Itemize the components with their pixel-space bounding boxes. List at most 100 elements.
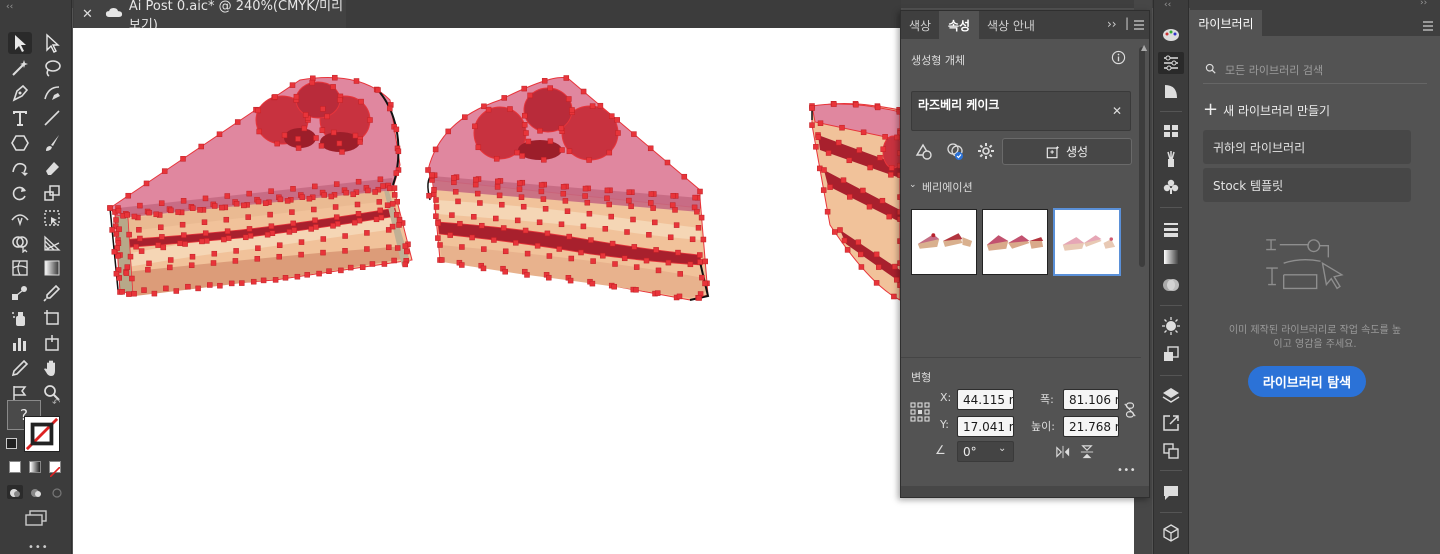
anchor-point[interactable] — [846, 157, 853, 164]
anchor-point[interactable] — [500, 225, 507, 231]
anchor-point[interactable] — [626, 189, 633, 195]
anchor-point[interactable] — [514, 149, 520, 156]
anchor-point[interactable] — [342, 248, 348, 254]
anchor-point[interactable] — [197, 207, 203, 213]
anchor-point[interactable] — [431, 187, 437, 193]
anchor-point[interactable] — [580, 88, 587, 95]
anchor-point[interactable] — [433, 204, 440, 210]
anchor-point[interactable] — [350, 191, 356, 198]
layers-panel-icon[interactable] — [1158, 385, 1184, 407]
anchor-point[interactable] — [609, 240, 616, 247]
anchor-point[interactable] — [546, 274, 552, 281]
anchor-point[interactable] — [255, 245, 261, 251]
anchor-point[interactable] — [304, 272, 310, 278]
anchor-point[interactable] — [233, 201, 240, 207]
anchor-point[interactable] — [145, 266, 151, 273]
anchor-point[interactable] — [254, 256, 261, 262]
anchor-point[interactable] — [809, 122, 815, 128]
anchor-point[interactable] — [874, 104, 881, 111]
anchor-point[interactable] — [860, 187, 866, 194]
anchor-point[interactable] — [204, 238, 210, 244]
selection-tool-icon[interactable] — [8, 32, 32, 54]
anchor-point[interactable] — [566, 148, 573, 155]
anchor-point[interactable] — [116, 226, 122, 232]
anchor-point[interactable] — [313, 135, 319, 141]
anchor-point[interactable] — [319, 127, 326, 133]
anchor-point[interactable] — [396, 222, 402, 228]
browse-libraries-button[interactable]: 라이브러리 탐색 — [1248, 366, 1366, 397]
anchor-point[interactable] — [359, 264, 366, 270]
anchor-point[interactable] — [115, 207, 122, 214]
anchor-point[interactable] — [831, 101, 837, 107]
anchor-point[interactable] — [499, 201, 505, 208]
anchor-point[interactable] — [809, 105, 815, 111]
anchor-point[interactable] — [324, 113, 330, 120]
type-tool-icon[interactable] — [8, 107, 32, 129]
anchor-point[interactable] — [860, 129, 867, 136]
anchor-point[interactable] — [676, 293, 683, 300]
anchor-point[interactable] — [111, 249, 118, 255]
anchor-point[interactable] — [372, 189, 378, 195]
anchor-point[interactable] — [588, 237, 594, 243]
anchor-point[interactable] — [560, 184, 567, 190]
anchor-point[interactable] — [181, 232, 187, 238]
reference-point-icon[interactable] — [910, 402, 930, 426]
draw-normal-icon[interactable] — [7, 485, 23, 499]
color-panel-icon[interactable] — [1158, 24, 1184, 46]
anchor-point[interactable] — [378, 214, 385, 221]
anchor-point[interactable] — [469, 234, 475, 241]
gradient-mode-icon[interactable] — [29, 461, 41, 473]
anchor-point[interactable] — [611, 283, 617, 290]
anchor-point[interactable] — [141, 287, 147, 293]
anchor-point[interactable] — [600, 252, 606, 259]
swap-fill-stroke-icon[interactable]: ↶ — [52, 398, 60, 409]
anchor-point[interactable] — [242, 234, 249, 241]
anchor-point[interactable] — [459, 244, 465, 250]
anchor-point[interactable] — [328, 193, 335, 200]
panel-expand-icon[interactable]: ›› — [1107, 17, 1117, 31]
anchor-point[interactable] — [866, 203, 873, 210]
flip-vertical-icon[interactable] — [1080, 444, 1094, 464]
variation-thumb-3-selected[interactable] — [1053, 208, 1121, 276]
anchor-point[interactable] — [153, 211, 159, 218]
anchor-point[interactable] — [835, 139, 842, 146]
anchor-point[interactable] — [540, 196, 547, 202]
anchor-point[interactable] — [351, 219, 358, 226]
none-mode-icon[interactable] — [49, 461, 61, 478]
scale-tool-icon[interactable] — [40, 182, 64, 204]
screen-mode-icon[interactable] — [24, 509, 48, 527]
anchor-point[interactable] — [396, 217, 403, 223]
anchor-point[interactable] — [225, 235, 232, 241]
anchor-point[interactable] — [858, 264, 865, 270]
anchor-point[interactable] — [334, 221, 341, 227]
anchor-point[interactable] — [326, 268, 332, 274]
anchor-point[interactable] — [650, 205, 656, 211]
tab-properties[interactable]: 속성 — [939, 11, 979, 39]
anchor-point[interactable] — [544, 230, 551, 237]
anchor-point[interactable] — [560, 190, 567, 197]
curvature-tool-icon[interactable] — [40, 82, 64, 104]
anchor-point[interactable] — [653, 247, 659, 253]
anchor-point[interactable] — [228, 280, 235, 287]
anchor-point[interactable] — [188, 262, 195, 268]
anchor-point[interactable] — [670, 193, 676, 199]
polygon-tool-icon[interactable] — [8, 132, 32, 154]
color-guide-panel-icon[interactable] — [1158, 80, 1184, 102]
libraries-menu-icon[interactable] — [1422, 17, 1434, 36]
anchor-point[interactable] — [286, 229, 293, 235]
anchor-point[interactable] — [477, 200, 483, 206]
anchor-point[interactable] — [597, 102, 604, 109]
anchor-point[interactable] — [298, 251, 304, 258]
anchor-point[interactable] — [217, 282, 223, 289]
anchor-point[interactable] — [333, 214, 340, 220]
direct-selection-tool-icon[interactable] — [40, 32, 64, 54]
anchor-point[interactable] — [173, 288, 180, 294]
anchor-point[interactable] — [888, 165, 895, 171]
anchor-point[interactable] — [126, 231, 132, 238]
anchor-point[interactable] — [256, 128, 262, 135]
anchor-point[interactable] — [276, 253, 282, 260]
anchor-point[interactable] — [175, 209, 181, 215]
anchor-point[interactable] — [630, 216, 636, 223]
stroke-panel-icon[interactable] — [1158, 218, 1184, 240]
anchor-point[interactable] — [702, 258, 708, 265]
